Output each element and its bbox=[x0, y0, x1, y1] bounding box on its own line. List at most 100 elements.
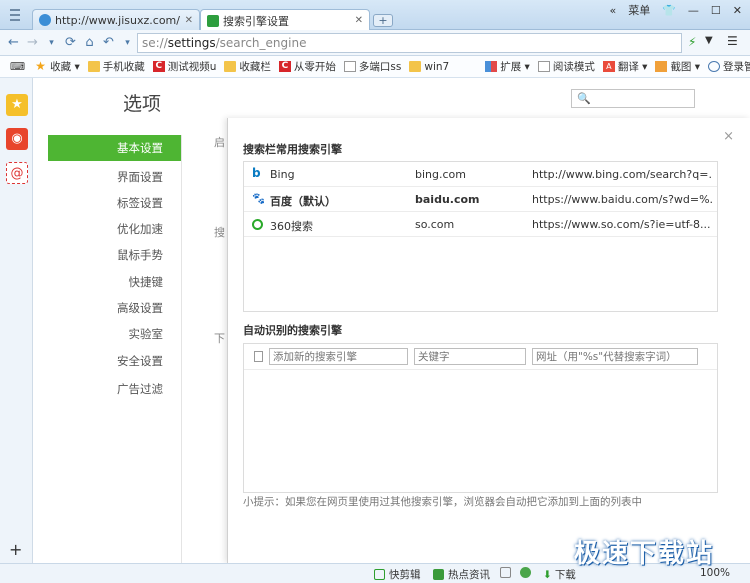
translate-button[interactable]: A 翻译 ▾ bbox=[602, 59, 647, 74]
speed-mode-icon[interactable]: ⚡ bbox=[688, 35, 696, 49]
new-engine-url-input[interactable] bbox=[532, 348, 698, 365]
common-engines-table: b Bing bing.com http://www.bing.com/sear… bbox=[243, 161, 718, 312]
page-icon bbox=[254, 351, 263, 362]
wrench-icon bbox=[207, 14, 219, 27]
bookmark-from-zero[interactable]: C 从零开始 bbox=[278, 59, 336, 74]
engine-name: 360搜索 bbox=[270, 220, 313, 233]
engine-keyword: so.com bbox=[415, 218, 455, 231]
undo-close-icon[interactable]: ↶ bbox=[99, 35, 118, 50]
plugin-icon[interactable] bbox=[500, 567, 515, 578]
auto-engines-table bbox=[243, 343, 718, 493]
forward-icon[interactable]: → bbox=[23, 35, 42, 50]
address-menu-icon[interactable]: ☰ bbox=[727, 34, 738, 48]
sidebar-toggle-icon[interactable] bbox=[10, 9, 20, 21]
common-engines-title: 搜索栏常用搜索引擎 bbox=[243, 143, 342, 156]
globe-icon bbox=[39, 14, 51, 26]
forward-dropdown-icon[interactable]: ▾ bbox=[42, 38, 61, 48]
bookmark-panel-icon[interactable]: ⌨ bbox=[10, 61, 25, 73]
nav-advanced[interactable]: 高级设置 bbox=[117, 300, 163, 316]
background-label: 下 bbox=[214, 332, 225, 345]
c-logo-icon: C bbox=[152, 61, 165, 72]
download-button[interactable]: ⬇ 下载 bbox=[543, 567, 576, 582]
address-bar[interactable]: se://settings/search_engine bbox=[137, 33, 682, 53]
browser-sidebar: ★ ◉ @ + bbox=[0, 78, 33, 563]
engine-row-bing[interactable]: b Bing bing.com http://www.bing.com/sear… bbox=[244, 162, 717, 187]
download-arrow-icon: ⬇ bbox=[543, 568, 552, 581]
reading-mode-button[interactable]: 阅读模式 bbox=[537, 59, 595, 74]
login-manager-button[interactable]: 登录管家 bbox=[708, 59, 750, 74]
bookmark-favorites[interactable]: ★ 收藏 ▾ bbox=[35, 59, 80, 74]
engine-row-baidu[interactable]: 🐾 百度（默认） baidu.com https://www.baidu.com… bbox=[244, 187, 717, 212]
tab-title: 搜索引擎设置 bbox=[223, 14, 289, 28]
extensions-button[interactable]: 扩展 ▾ bbox=[485, 59, 530, 74]
bing-icon: b bbox=[252, 166, 261, 178]
baidu-paw-icon: 🐾 bbox=[252, 192, 264, 204]
hot-news-button[interactable]: 热点资讯 bbox=[433, 567, 490, 582]
bookmark-win7[interactable]: win7 bbox=[409, 61, 449, 73]
address-host: settings bbox=[167, 36, 216, 50]
settings-page: 选项 🔍 基本设置 界面设置 标签设置 优化加速 鼠标手势 快捷键 高级设置 实… bbox=[34, 78, 750, 563]
maximize-icon[interactable]: ☐ bbox=[711, 4, 721, 17]
nav-lab[interactable]: 实验室 bbox=[129, 326, 164, 342]
search-engine-dialog: × 搜索栏常用搜索引擎 b Bing bing.com http://www.b… bbox=[227, 118, 750, 563]
nav-mouse-gestures[interactable]: 鼠标手势 bbox=[117, 247, 163, 263]
nav-tab-settings[interactable]: 标签设置 bbox=[117, 195, 163, 211]
bookmark-mobile[interactable]: 手机收藏 bbox=[87, 59, 145, 74]
nav-security[interactable]: 安全设置 bbox=[117, 353, 163, 369]
quick-clip-button[interactable]: 快剪辑 bbox=[374, 567, 421, 582]
back-icon[interactable]: ← bbox=[4, 35, 23, 50]
page-title: 选项 bbox=[123, 93, 162, 115]
nav-basic-settings[interactable]: 基本设置 bbox=[48, 135, 181, 161]
minimize-icon[interactable]: — bbox=[688, 4, 699, 17]
engine-name: 百度（默认） bbox=[270, 195, 336, 208]
tab-strip: http://www.jisuxz.com/ ✕ 搜索引擎设置 ✕ + « 菜单… bbox=[0, 0, 750, 31]
close-icon[interactable]: × bbox=[723, 129, 734, 144]
nav-ad-filter[interactable]: 广告过滤 bbox=[117, 381, 163, 397]
engine-url: https://www.baidu.com/s?wd=%... bbox=[532, 193, 712, 206]
address-dropdown-icon[interactable]: ▼ bbox=[705, 35, 713, 46]
auto-engines-title: 自动识别的搜索引擎 bbox=[243, 324, 342, 337]
folder-icon bbox=[409, 61, 422, 72]
assistant-icon[interactable] bbox=[520, 567, 535, 578]
settings-nav: 基本设置 界面设置 标签设置 优化加速 鼠标手势 快捷键 高级设置 实验室 安全… bbox=[34, 135, 182, 563]
reading-mode-icon bbox=[537, 61, 550, 72]
tab-search-engine-settings[interactable]: 搜索引擎设置 ✕ bbox=[200, 9, 370, 31]
new-engine-keyword-input[interactable] bbox=[414, 348, 526, 365]
window-controls: « 菜单 👕 — ☐ ✕ bbox=[597, 0, 742, 20]
menu-button[interactable]: 菜单 bbox=[628, 2, 650, 18]
new-tab-button[interactable]: + bbox=[373, 14, 393, 27]
tab-close-icon[interactable]: ✕ bbox=[185, 15, 193, 26]
engine-url: http://www.bing.com/search?q=... bbox=[532, 168, 712, 181]
tab-jisuxz[interactable]: http://www.jisuxz.com/ ✕ bbox=[32, 9, 200, 30]
nav-optimize[interactable]: 优化加速 bbox=[117, 221, 163, 237]
shirt-icon[interactable]: 👕 bbox=[662, 4, 676, 17]
new-engine-name-input[interactable] bbox=[269, 348, 408, 365]
favorites-star-icon[interactable]: ★ bbox=[6, 94, 28, 116]
c-logo-icon: C bbox=[278, 61, 291, 72]
address-scheme: se:// bbox=[142, 36, 168, 50]
folder-icon bbox=[87, 61, 100, 72]
undo-dropdown-icon[interactable]: ▾ bbox=[118, 38, 137, 48]
add-sidebar-icon[interactable]: + bbox=[9, 540, 22, 559]
tab-close-icon[interactable]: ✕ bbox=[355, 15, 363, 26]
clip-icon bbox=[374, 569, 385, 580]
navigation-bar: ← → ▾ ⟳ ⌂ ↶ ▾ se://settings/search_engin… bbox=[0, 30, 750, 56]
engine-url: https://www.so.com/s?ie=utf-8... bbox=[532, 218, 711, 231]
collapse-icon[interactable]: « bbox=[609, 4, 616, 17]
bookmark-multiport[interactable]: 多端口ss bbox=[343, 59, 401, 74]
mail-icon[interactable]: @ bbox=[6, 162, 28, 184]
bookmark-test-video[interactable]: C 测试视频u bbox=[152, 59, 216, 74]
bookmark-bar-folder[interactable]: 收藏栏 bbox=[224, 59, 271, 74]
refresh-icon[interactable]: ⟳ bbox=[61, 35, 80, 50]
engine-row-360[interactable]: 360搜索 so.com https://www.so.com/s?ie=utf… bbox=[244, 212, 717, 237]
nav-interface-settings[interactable]: 界面设置 bbox=[117, 169, 163, 185]
home-icon[interactable]: ⌂ bbox=[80, 35, 99, 50]
new-engine-row bbox=[244, 344, 717, 370]
nav-shortcuts[interactable]: 快捷键 bbox=[129, 274, 164, 290]
close-window-icon[interactable]: ✕ bbox=[733, 4, 742, 17]
settings-search-input[interactable]: 🔍 bbox=[571, 89, 695, 108]
translate-icon: A bbox=[602, 61, 615, 72]
watermark: 极速下载站 bbox=[574, 539, 715, 569]
screenshot-button[interactable]: 截图 ▾ bbox=[655, 59, 700, 74]
weibo-icon[interactable]: ◉ bbox=[6, 128, 28, 150]
